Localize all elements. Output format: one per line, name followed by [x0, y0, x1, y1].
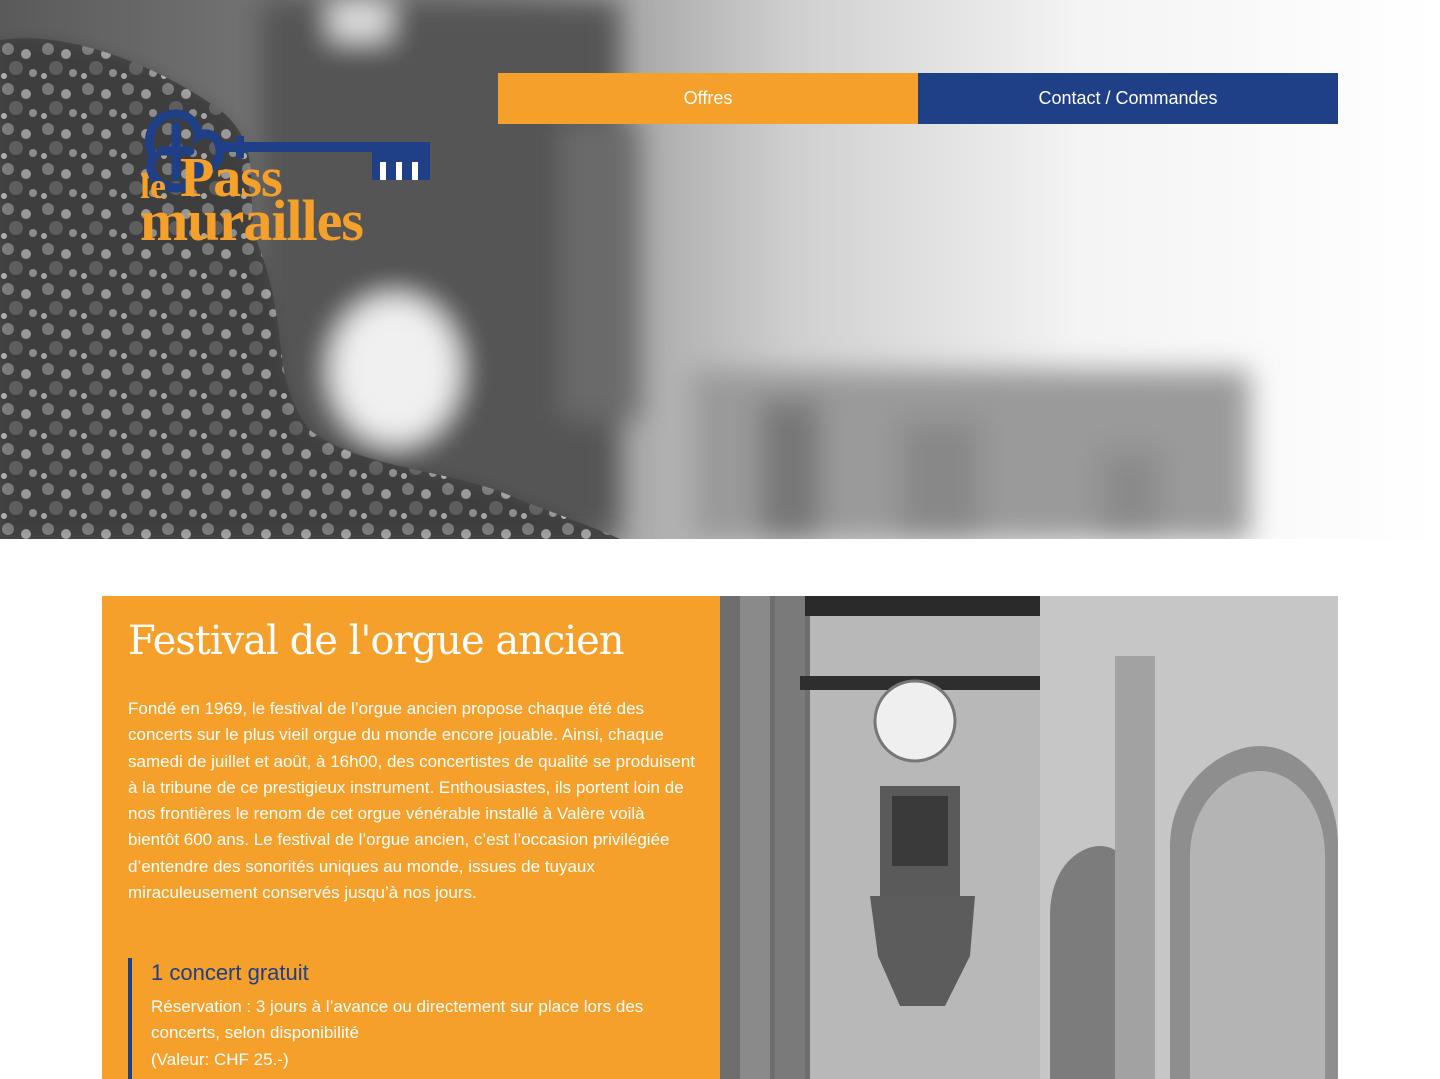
- organ-image: [720, 596, 1338, 1079]
- festival-panel: Festival de l'orgue ancien Fondé en 1969…: [102, 596, 720, 1079]
- logo-word-murailles: murailles: [140, 188, 364, 253]
- offer-block: 1 concert gratuit Réservation : 3 jours …: [128, 958, 698, 1079]
- nav-offres-button[interactable]: Offres: [498, 73, 918, 124]
- offer-reservation: Réservation : 3 jours à l’avance ou dire…: [151, 997, 644, 1043]
- main-nav: Offres Contact / Commandes: [498, 73, 1338, 124]
- hero-banner: le Pass murailles Offres Contact / Comma…: [0, 0, 1440, 539]
- offer-value: (Valeur: CHF 25.-): [151, 1049, 289, 1069]
- offer-heading: 1 concert gratuit: [151, 960, 309, 985]
- church-photo: [720, 596, 1338, 1079]
- nav-contact-button[interactable]: Contact / Commandes: [918, 73, 1338, 124]
- page-title: Festival de l'orgue ancien: [128, 618, 625, 664]
- offer-details: Réservation : 3 jours à l’avance ou dire…: [151, 994, 698, 1073]
- festival-description: Fondé en 1969, le festival de l’orgue an…: [128, 699, 696, 903]
